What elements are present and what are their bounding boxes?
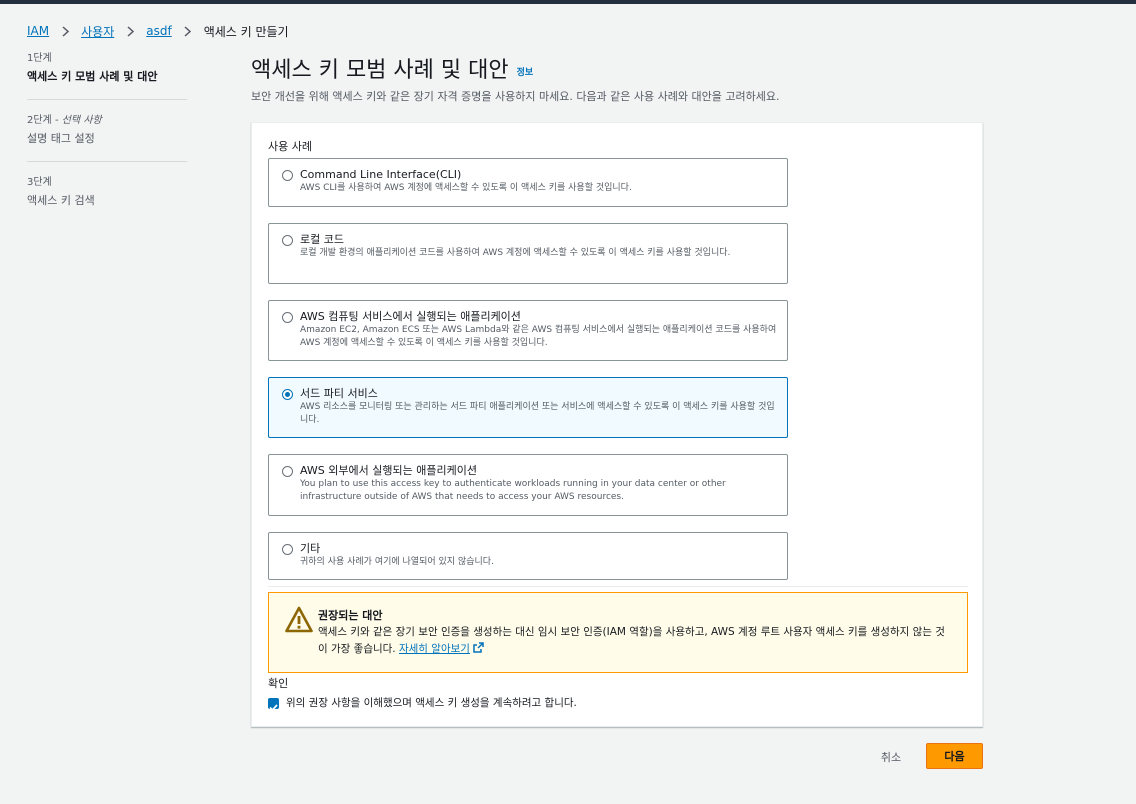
cancel-button[interactable]: 취소: [871, 744, 911, 770]
use-case-label: 사용 사례: [268, 140, 312, 153]
wizard-steps: 1단계 액세스 키 모범 사례 및 대안 2단계 - 선택 사항 설명 태그 설…: [27, 52, 187, 209]
step-1-name: 액세스 키 모범 사례 및 대안: [27, 70, 158, 83]
info-link[interactable]: 정보: [517, 65, 534, 78]
breadcrumb-users[interactable]: 사용자: [81, 23, 114, 40]
option-title: AWS 외부에서 실행되는 애플리케이션: [300, 464, 477, 477]
breadcrumb-current: 액세스 키 만들기: [203, 24, 289, 39]
step-2[interactable]: 2단계 - 선택 사항 설명 태그 설정: [27, 114, 187, 147]
step-1: 1단계 액세스 키 모범 사례 및 대안: [27, 52, 187, 85]
use-case-option-local-code[interactable]: 로컬 코드 로컬 개발 환경의 애플리케이션 코드를 사용하여 AWS 계정에 …: [268, 223, 788, 284]
divider: [268, 586, 968, 587]
confirm-checkbox[interactable]: [268, 698, 279, 712]
breadcrumb: IAM 사용자 asdf 액세스 키 만들기: [27, 22, 289, 40]
option-description: You plan to use this access key to authe…: [300, 479, 726, 502]
step-divider: [27, 99, 187, 100]
option-title: AWS 컴퓨팅 서비스에서 실행되는 애플리케이션: [300, 310, 521, 323]
option-title: 기타: [300, 542, 321, 555]
page-title: 액세스 키 모범 사례 및 대안: [251, 58, 509, 83]
option-title: 서드 파티 서비스: [300, 387, 378, 400]
radio-button[interactable]: [282, 544, 293, 555]
next-button[interactable]: 다음: [926, 743, 983, 769]
step-3[interactable]: 3단계 액세스 키 검색: [27, 176, 187, 209]
radio-button[interactable]: [282, 170, 293, 181]
radio-button-selected[interactable]: [282, 389, 293, 400]
chevron-right-icon: [56, 25, 74, 37]
page-subtitle: 보안 개선을 위해 액세스 키와 같은 장기 자격 증명을 사용하지 마세요. …: [251, 90, 780, 103]
step-2-optional: 선택 사항: [61, 115, 102, 126]
option-description: Amazon EC2, Amazon ECS 또는 AWS Lambda와 같은…: [300, 325, 777, 348]
confirm-label: 확인: [268, 677, 289, 690]
warning-icon: [285, 606, 313, 633]
option-description: AWS 리소스를 모니터링 또는 관리하는 서드 파티 애플리케이션 또는 서비…: [300, 402, 775, 425]
alert-body: 액세스 키와 같은 장기 보안 인증을 생성하는 대신 임시 보안 인증(IAM…: [318, 624, 948, 658]
option-title: Command Line Interface(CLI): [300, 168, 462, 181]
use-case-option-aws-compute[interactable]: AWS 컴퓨팅 서비스에서 실행되는 애플리케이션 Amazon EC2, Am…: [268, 300, 788, 361]
step-3-label: 3단계: [27, 177, 52, 188]
option-description: 로컬 개발 환경의 애플리케이션 코드를 사용하여 AWS 계정에 액세스할 수…: [300, 248, 731, 258]
learn-more-link[interactable]: 자세히 알아보기: [399, 643, 470, 655]
radio-button[interactable]: [282, 466, 293, 477]
confirm-text[interactable]: 위의 권장 사항을 이해했으며 액세스 키 생성을 계속하려고 합니다.: [286, 695, 577, 710]
use-case-option-cli[interactable]: Command Line Interface(CLI) AWS CLI를 사용하…: [268, 158, 788, 207]
step-1-label: 1단계: [27, 53, 52, 64]
chevron-right-icon: [121, 25, 139, 37]
use-case-option-outside-aws[interactable]: AWS 외부에서 실행되는 애플리케이션 You plan to use thi…: [268, 454, 788, 516]
step-2-name: 설명 태그 설정: [27, 132, 95, 145]
step-2-label: 2단계 - 선택 사항: [27, 114, 187, 128]
alert-title: 권장되는 대안: [318, 609, 383, 622]
use-case-option-third-party[interactable]: 서드 파티 서비스 AWS 리소스를 모니터링 또는 관리하는 서드 파티 애플…: [268, 377, 788, 438]
option-description: AWS CLI를 사용하여 AWS 계정에 액세스할 수 있도록 이 액세스 키…: [300, 183, 632, 193]
radio-button[interactable]: [282, 235, 293, 246]
option-title: 로컬 코드: [300, 233, 344, 246]
use-case-panel: 사용 사례 Command Line Interface(CLI) AWS CL…: [251, 122, 983, 727]
recommended-alternative-alert: 권장되는 대안 액세스 키와 같은 장기 보안 인증을 생성하는 대신 임시 보…: [268, 592, 968, 673]
step-2-number: 2단계 -: [27, 115, 62, 126]
step-divider: [27, 161, 187, 162]
page-header: 액세스 키 모범 사례 및 대안 정보: [251, 52, 533, 84]
option-description: 귀하의 사용 사례가 여기에 나열되어 있지 않습니다.: [300, 557, 494, 567]
top-nav-bar: [0, 0, 1136, 4]
use-case-option-other[interactable]: 기타 귀하의 사용 사례가 여기에 나열되어 있지 않습니다.: [268, 532, 788, 580]
checkmark-icon: [269, 704, 278, 712]
step-3-name: 액세스 키 검색: [27, 194, 95, 207]
chevron-right-icon: [179, 25, 197, 37]
external-link-icon[interactable]: [473, 642, 484, 653]
breadcrumb-iam[interactable]: IAM: [27, 24, 49, 38]
radio-button[interactable]: [282, 312, 293, 323]
breadcrumb-user-asdf[interactable]: asdf: [146, 24, 171, 38]
